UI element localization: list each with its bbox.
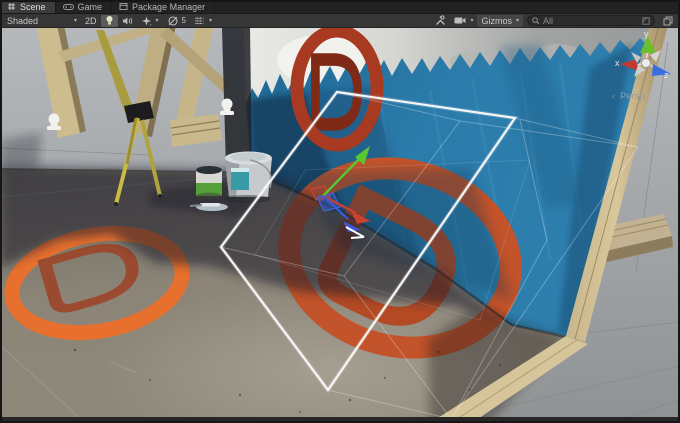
grid-snap-dropdown-button[interactable]: ▾ bbox=[190, 15, 216, 27]
toggle-2d-label: 2D bbox=[85, 16, 97, 26]
grid-icon bbox=[7, 2, 16, 11]
projection-chevron-icon: ‹ bbox=[612, 91, 615, 102]
window-bottom-edge bbox=[0, 417, 680, 423]
scene-camera-dropdown-button[interactable]: ▾ bbox=[450, 15, 477, 27]
unity-editor-window: Scene Game Package Manager Shaded ▾ 2D ▾ bbox=[0, 0, 680, 423]
tools-icon bbox=[435, 15, 446, 26]
gizmos-dropdown-button[interactable]: Gizmos ▾ bbox=[477, 15, 523, 27]
chevron-down-icon: ▾ bbox=[209, 17, 212, 24]
axis-z-label: z bbox=[664, 70, 669, 80]
scene-search-field[interactable] bbox=[527, 15, 655, 26]
axis-x-label: x bbox=[615, 58, 620, 68]
effects-toggle-icon bbox=[141, 16, 152, 26]
draw-mode-dropdown[interactable]: Shaded ▾ bbox=[3, 15, 81, 27]
package-icon bbox=[119, 2, 128, 11]
projection-mode-label[interactable]: Persp bbox=[620, 91, 645, 102]
scene-render: y x z ‹ Persp bbox=[0, 28, 680, 423]
lighting-toggle-button[interactable] bbox=[101, 15, 118, 27]
audio-toggle-icon bbox=[122, 16, 133, 26]
hidden-object-count: 5 bbox=[182, 16, 186, 25]
paint-bucket[interactable] bbox=[223, 152, 272, 204]
chevron-down-icon: ▾ bbox=[74, 17, 77, 24]
tab-scene-label: Scene bbox=[20, 2, 46, 12]
grid-snap-icon bbox=[194, 16, 205, 26]
gamepad-icon bbox=[63, 3, 74, 11]
scene-viewport[interactable]: y x z ‹ Persp bbox=[0, 28, 680, 423]
search-icon bbox=[532, 17, 540, 25]
chevron-down-icon: ▾ bbox=[156, 17, 159, 24]
overlay-menu-icon bbox=[663, 16, 673, 26]
paint-can[interactable] bbox=[196, 166, 222, 199]
tab-scene[interactable]: Scene bbox=[0, 0, 56, 13]
chevron-down-icon: ▾ bbox=[470, 17, 473, 24]
audio-toggle-button[interactable] bbox=[118, 15, 137, 27]
effects-dropdown-button[interactable]: ▾ bbox=[137, 15, 163, 27]
axis-y-label: y bbox=[644, 29, 649, 39]
overlay-menu-button[interactable] bbox=[659, 15, 677, 27]
scene-visibility-button[interactable]: 5 bbox=[163, 15, 190, 27]
draw-mode-label: Shaded bbox=[7, 16, 38, 26]
tab-game-label: Game bbox=[78, 2, 103, 12]
tab-game[interactable]: Game bbox=[56, 0, 113, 13]
scene-toolbar: Shaded ▾ 2D ▾ 5 ▾ ▾ bbox=[0, 14, 680, 28]
search-filter-icon[interactable] bbox=[642, 17, 650, 25]
search-input[interactable] bbox=[543, 16, 639, 26]
toggle-2d-button[interactable]: 2D bbox=[81, 15, 101, 27]
component-tools-button[interactable] bbox=[431, 15, 450, 27]
tab-package-manager-label: Package Manager bbox=[132, 2, 205, 12]
tab-bar: Scene Game Package Manager bbox=[0, 0, 680, 14]
tab-package-manager[interactable]: Package Manager bbox=[112, 0, 215, 13]
lighting-toggle-icon bbox=[105, 15, 114, 26]
camera-icon bbox=[454, 16, 466, 25]
chevron-down-icon: ▾ bbox=[516, 17, 519, 24]
scene-visibility-icon bbox=[167, 16, 179, 26]
gizmos-label: Gizmos bbox=[481, 16, 512, 26]
